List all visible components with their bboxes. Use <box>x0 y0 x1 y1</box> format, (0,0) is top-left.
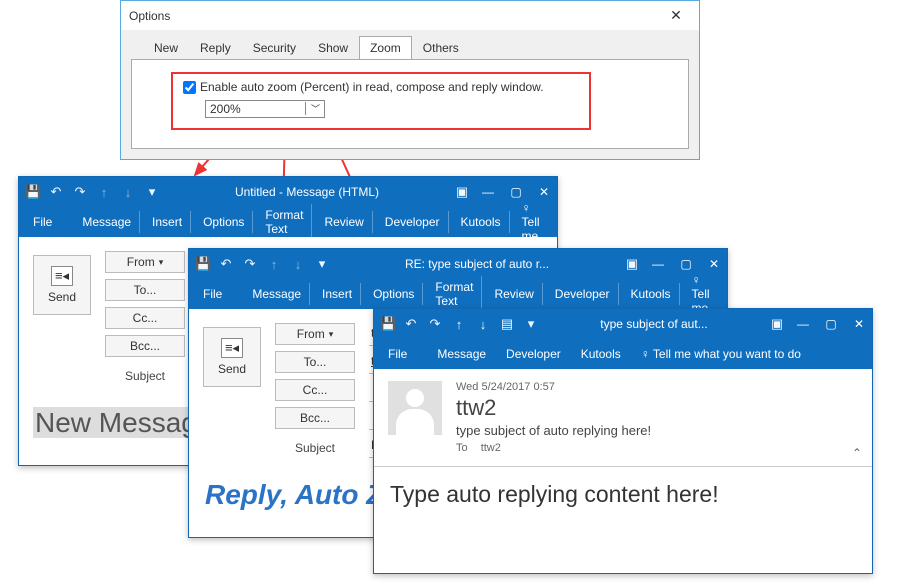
tab-kutools[interactable]: Kutools <box>623 283 680 305</box>
up-icon[interactable]: ↑ <box>267 257 281 272</box>
window-title: type subject of aut... <box>550 317 758 331</box>
tab-formattext[interactable]: Format Text <box>257 204 312 240</box>
ribbon: File Message Insert Options Format Text … <box>19 207 557 237</box>
up-icon[interactable]: ↑ <box>452 317 466 332</box>
send-button[interactable]: ≡◂ Send <box>33 255 91 315</box>
tab-others[interactable]: Others <box>412 36 470 59</box>
from-name: ttw2 <box>456 395 651 421</box>
ribbon-display-icon[interactable]: ▣ <box>625 256 639 272</box>
tab-message[interactable]: Message <box>244 283 310 305</box>
tab-show[interactable]: Show <box>307 36 359 59</box>
redo-icon[interactable]: ↷ <box>243 256 257 272</box>
tab-options[interactable]: Options <box>195 211 253 233</box>
qat-dropdown-icon[interactable]: ▾ <box>524 316 538 332</box>
close-icon[interactable]: ✕ <box>852 317 866 331</box>
move-icon[interactable]: ▤ <box>500 316 514 332</box>
down-icon[interactable]: ↓ <box>476 317 490 332</box>
minimize-icon[interactable]: — <box>796 317 810 331</box>
tab-options[interactable]: Options <box>365 283 423 305</box>
undo-icon[interactable]: ↶ <box>404 316 418 332</box>
read-message-window: 💾 ↶ ↷ ↑ ↓ ▤ ▾ type subject of aut... ▣ —… <box>373 308 873 574</box>
zoom-percent-select[interactable]: 200% ﹀ <box>205 100 325 118</box>
to-label: To <box>456 442 468 454</box>
dialog-title: Options <box>129 9 170 23</box>
minimize-icon[interactable]: — <box>651 257 665 271</box>
tab-insert[interactable]: Insert <box>144 211 191 233</box>
tab-developer[interactable]: Developer <box>547 283 619 305</box>
tab-zoom[interactable]: Zoom <box>359 36 412 59</box>
down-icon[interactable]: ↓ <box>291 257 305 272</box>
ribbon-display-icon[interactable]: ▣ <box>455 184 469 200</box>
tab-formattext[interactable]: Format Text <box>427 276 482 312</box>
subject-label: Subject <box>105 369 185 383</box>
subject-label: Subject <box>275 441 355 455</box>
tab-new[interactable]: New <box>143 36 189 59</box>
redo-icon[interactable]: ↷ <box>428 316 442 332</box>
send-icon: ≡◂ <box>221 338 243 358</box>
window-title: Untitled - Message (HTML) <box>171 185 443 199</box>
qat-dropdown-icon[interactable]: ▾ <box>145 184 159 200</box>
save-icon[interactable]: 💾 <box>25 184 39 200</box>
message-body[interactable]: Type auto replying content here! <box>374 467 872 522</box>
options-zoom-page: Enable auto zoom (Percent) in read, comp… <box>131 59 689 149</box>
tab-review[interactable]: Review <box>486 283 542 305</box>
to-value: ttw2 <box>481 442 501 454</box>
bcc-button[interactable]: Bcc... <box>105 335 185 357</box>
enable-auto-zoom-label: Enable auto zoom (Percent) in read, comp… <box>200 80 544 94</box>
from-button[interactable]: From <box>105 251 185 273</box>
cc-button[interactable]: Cc... <box>105 307 185 329</box>
tab-message[interactable]: Message <box>429 343 494 365</box>
highlight-box: Enable auto zoom (Percent) in read, comp… <box>171 72 591 130</box>
ribbon: File Message Insert Options Format Text … <box>189 279 727 309</box>
message-body-preview[interactable]: Reply, Auto Z <box>203 479 385 510</box>
received-date: Wed 5/24/2017 0:57 <box>456 381 651 393</box>
window-title: RE: type subject of auto r... <box>341 257 613 271</box>
send-icon: ≡◂ <box>51 266 73 286</box>
undo-icon[interactable]: ↶ <box>49 184 63 200</box>
options-dialog: Options ✕ New Reply Security Show Zoom O… <box>120 0 700 160</box>
titlebar: 💾 ↶ ↷ ↑ ↓ ▤ ▾ type subject of aut... ▣ —… <box>374 309 872 339</box>
tell-me[interactable]: ♀ Tell me <box>514 197 551 247</box>
tab-developer[interactable]: Developer <box>498 343 569 365</box>
message-header: Wed 5/24/2017 0:57 ttw2 type subject of … <box>374 369 872 467</box>
ribbon: File Message Developer Kutools ♀ Tell me… <box>374 339 872 369</box>
maximize-icon[interactable]: ▢ <box>824 317 838 331</box>
tab-kutools[interactable]: Kutools <box>573 343 629 365</box>
titlebar: 💾 ↶ ↷ ↑ ↓ ▾ RE: type subject of auto r..… <box>189 249 727 279</box>
tab-review[interactable]: Review <box>316 211 372 233</box>
tab-security[interactable]: Security <box>242 36 307 59</box>
close-icon[interactable]: ✕ <box>661 7 691 24</box>
tab-message[interactable]: Message <box>74 211 140 233</box>
minimize-icon[interactable]: — <box>481 185 495 199</box>
save-icon[interactable]: 💾 <box>380 316 394 332</box>
bcc-button[interactable]: Bcc... <box>275 407 355 429</box>
save-icon[interactable]: 💾 <box>195 256 209 272</box>
options-tabs: New Reply Security Show Zoom Others <box>143 36 689 59</box>
tab-file[interactable]: File <box>195 283 240 305</box>
tell-me[interactable]: ♀ Tell me what you want to do <box>633 343 809 365</box>
collapse-header-icon[interactable]: ⌃ <box>852 446 862 460</box>
enable-auto-zoom-checkbox[interactable] <box>183 81 196 94</box>
chevron-down-icon: ﹀ <box>305 102 320 115</box>
down-icon[interactable]: ↓ <box>121 185 135 200</box>
tab-kutools[interactable]: Kutools <box>453 211 510 233</box>
tab-developer[interactable]: Developer <box>377 211 449 233</box>
tab-file[interactable]: File <box>25 211 70 233</box>
redo-icon[interactable]: ↷ <box>73 184 87 200</box>
cc-button[interactable]: Cc... <box>275 379 355 401</box>
up-icon[interactable]: ↑ <box>97 185 111 200</box>
titlebar: 💾 ↶ ↷ ↑ ↓ ▾ Untitled - Message (HTML) ▣ … <box>19 177 557 207</box>
tab-file[interactable]: File <box>380 343 425 365</box>
subject-text: type subject of auto replying here! <box>456 423 651 438</box>
avatar <box>388 381 442 435</box>
send-button[interactable]: ≡◂ Send <box>203 327 261 387</box>
qat-dropdown-icon[interactable]: ▾ <box>315 256 329 272</box>
undo-icon[interactable]: ↶ <box>219 256 233 272</box>
ribbon-display-icon[interactable]: ▣ <box>770 316 784 332</box>
to-button[interactable]: To... <box>275 351 355 373</box>
tab-reply[interactable]: Reply <box>189 36 242 59</box>
tab-insert[interactable]: Insert <box>314 283 361 305</box>
to-button[interactable]: To... <box>105 279 185 301</box>
from-button[interactable]: From <box>275 323 355 345</box>
